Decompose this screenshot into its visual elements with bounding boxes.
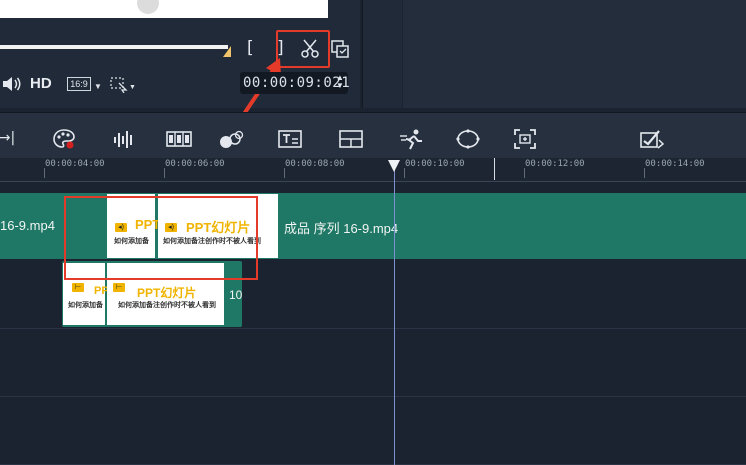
color-palette-icon[interactable] — [52, 128, 76, 150]
overlay-clip-label: 10 — [229, 288, 243, 302]
chevron-down-icon[interactable]: ▼ — [129, 84, 136, 91]
crop-capture-icon[interactable] — [513, 128, 537, 150]
ruler-tick — [524, 168, 525, 178]
motion-tracking-icon[interactable] — [399, 128, 425, 150]
timecode-spinner[interactable]: ▲ ▼ — [336, 74, 344, 90]
timeline-ruler[interactable] — [0, 158, 746, 182]
selection-tool-icon[interactable] — [110, 77, 130, 93]
ruler-tick — [284, 168, 285, 178]
ruler-tick — [644, 168, 645, 178]
split-screen-icon[interactable] — [339, 130, 363, 148]
ruler-label: 00:00:04:00 — [45, 159, 105, 169]
thumbnail-subtitle: 如何添加备注创作时不被人看到 — [118, 302, 216, 309]
clip-label: 16-9.mp4 — [0, 218, 55, 233]
end-marker[interactable] — [494, 158, 495, 180]
side-panel — [362, 0, 402, 108]
mark-in-button[interactable]: [ — [247, 38, 254, 58]
annotation-box-inner — [106, 194, 156, 256]
storyboard-icon[interactable] — [166, 129, 192, 149]
motion-path-icon[interactable] — [218, 129, 244, 149]
insert-arrow-icon[interactable]: →| — [0, 127, 20, 149]
aspect-ratio-select[interactable]: 16:9 — [67, 77, 91, 91]
ruler-label: 00:00:12:00 — [525, 159, 585, 169]
playhead-line[interactable] — [394, 170, 395, 465]
title-icon: ⊢ — [72, 283, 84, 292]
library-panel — [403, 0, 746, 108]
volume-icon[interactable] — [2, 76, 22, 92]
ruler-tick — [44, 168, 45, 178]
chevron-down-icon[interactable]: ▼ — [94, 82, 102, 91]
thumbnail-subtitle: 如何添加备 — [68, 302, 103, 309]
playhead-handle[interactable] — [388, 160, 400, 172]
preview-canvas — [0, 0, 328, 18]
thumbnail-title: PPT幻灯片 — [137, 286, 197, 300]
title-track[interactable] — [0, 329, 746, 397]
ruler-tick — [164, 168, 165, 178]
copy-frame-icon[interactable] — [331, 40, 349, 58]
mask-icon[interactable] — [455, 128, 481, 150]
ruler-label: 00:00:08:00 — [285, 159, 345, 169]
auto-edit-icon[interactable] — [639, 128, 665, 150]
ruler-tick — [404, 168, 405, 178]
ruler-label: 00:00:14:00 — [645, 159, 705, 169]
title-icon[interactable] — [278, 130, 302, 148]
scrub-bar[interactable] — [0, 45, 228, 49]
clip-label: 成品 序列 16-9.mp4 — [284, 221, 399, 236]
trim-marker[interactable] — [223, 46, 231, 57]
ruler-label: 00:00:06:00 — [165, 159, 225, 169]
title-icon: ⊢ — [113, 283, 125, 292]
timecode-value: 00:00:09:021 — [243, 75, 351, 91]
annotation-box — [64, 196, 258, 280]
cut-highlight — [276, 30, 330, 68]
audio-wave-icon[interactable] — [112, 129, 136, 149]
audio-track[interactable] — [0, 397, 746, 465]
ruler-label: 00:00:10:00 — [405, 159, 465, 169]
hd-toggle[interactable]: HD — [30, 75, 52, 92]
